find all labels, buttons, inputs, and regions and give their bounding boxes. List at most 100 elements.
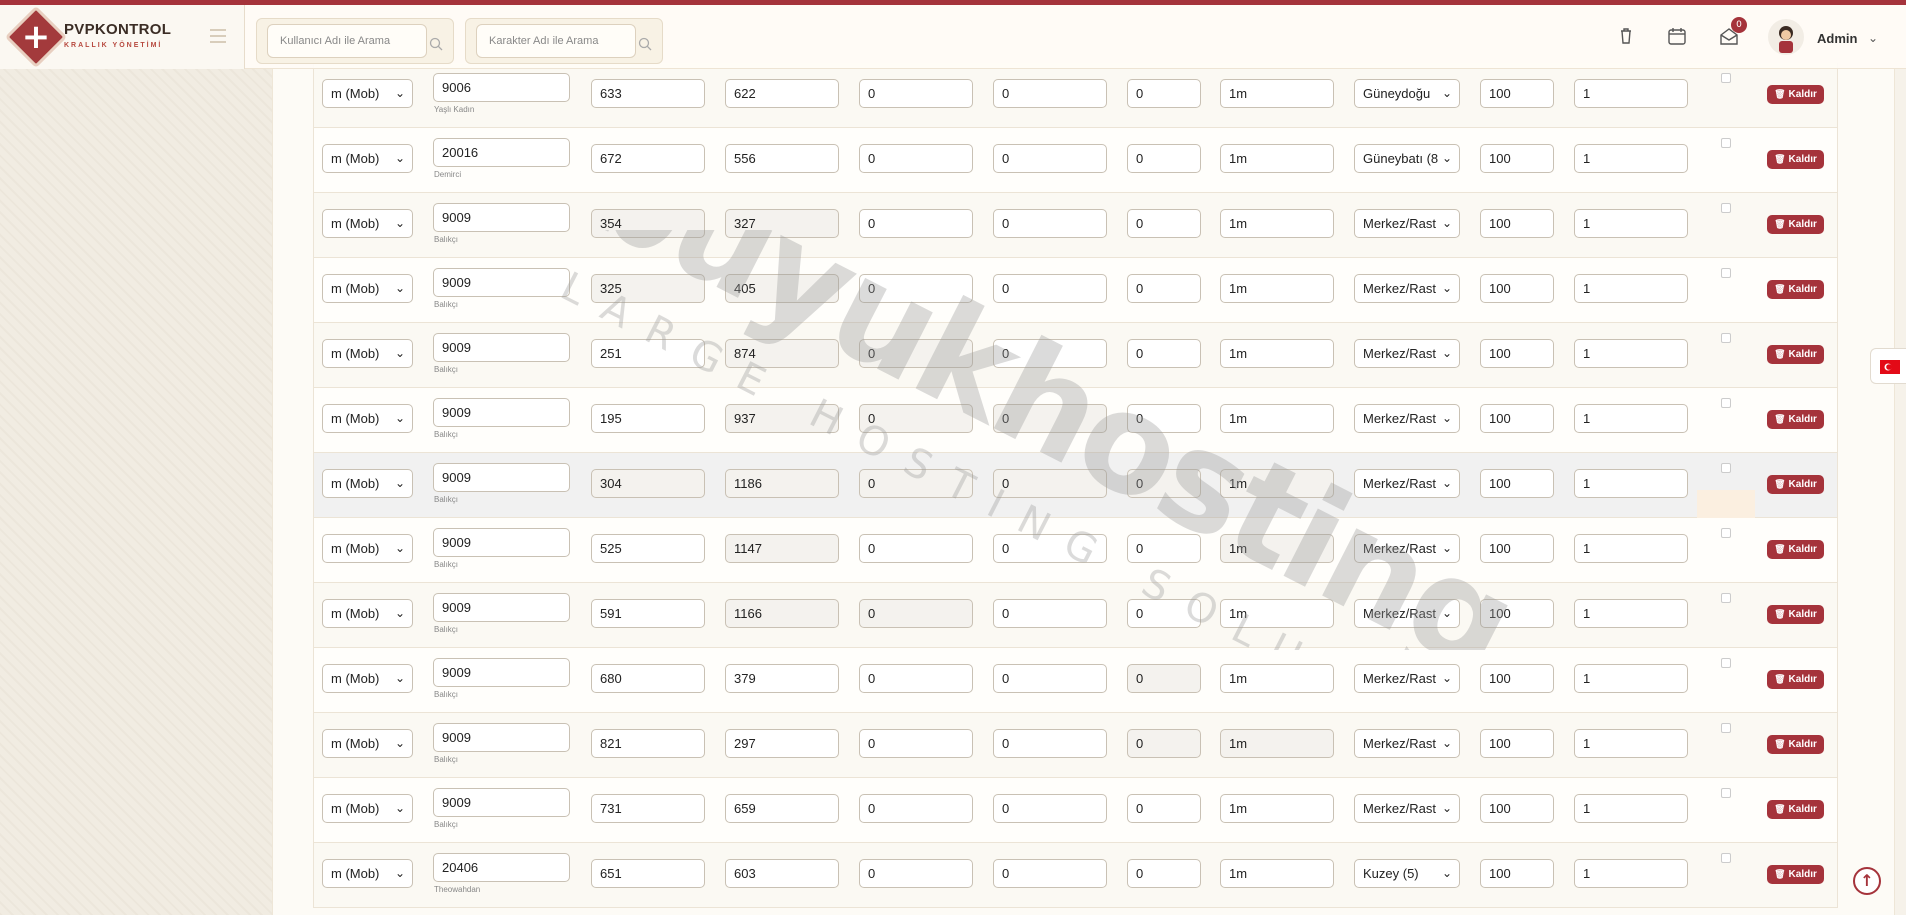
x-input[interactable]: 251 — [591, 339, 705, 368]
remove-button[interactable]: 🗑 Kaldır — [1767, 865, 1824, 884]
type-select[interactable]: m (Mob) ⌄ — [322, 79, 413, 108]
mob-id-input[interactable]: 9009 — [433, 398, 570, 427]
remove-button[interactable]: 🗑 Kaldır — [1767, 605, 1824, 624]
x-input[interactable]: 591 — [591, 599, 705, 628]
type-select[interactable]: m (Mob) ⌄ — [322, 339, 413, 368]
remove-button[interactable]: 🗑 Kaldır — [1767, 280, 1824, 299]
y-input[interactable]: 874 — [725, 339, 839, 368]
type-select[interactable]: m (Mob) ⌄ — [322, 144, 413, 173]
row-checkbox[interactable] — [1721, 788, 1731, 798]
row-checkbox[interactable] — [1721, 593, 1731, 603]
type-select[interactable]: m (Mob) ⌄ — [322, 859, 413, 888]
direction-select[interactable]: Merkez/Rast ⌄ — [1354, 339, 1460, 368]
search-icon[interactable] — [429, 37, 443, 51]
direction-select[interactable]: Kuzey (5) ⌄ — [1354, 859, 1460, 888]
mob-id-input[interactable]: 9009 — [433, 463, 570, 492]
direction-select[interactable]: Güneydoğu ⌄ — [1354, 79, 1460, 108]
type-select[interactable]: m (Mob) ⌄ — [322, 794, 413, 823]
a-input[interactable]: 0 — [859, 339, 973, 368]
n-input[interactable]: 1 — [1574, 339, 1688, 368]
count-input[interactable]: 100 — [1480, 534, 1554, 563]
mob-id-input[interactable]: 9009 — [433, 788, 570, 817]
c-input[interactable]: 0 — [1127, 404, 1201, 433]
b-input[interactable]: 0 — [993, 274, 1107, 303]
mob-id-input[interactable]: 20406 — [433, 853, 570, 882]
mob-id-input[interactable]: 9009 — [433, 268, 570, 297]
time-input[interactable]: 1m — [1220, 209, 1334, 238]
n-input[interactable]: 1 — [1574, 274, 1688, 303]
row-checkbox[interactable] — [1721, 203, 1731, 213]
type-select[interactable]: m (Mob) ⌄ — [322, 534, 413, 563]
direction-select[interactable]: Merkez/Rast ⌄ — [1354, 274, 1460, 303]
remove-button[interactable]: 🗑 Kaldır — [1767, 735, 1824, 754]
c-input[interactable]: 0 — [1127, 729, 1201, 758]
y-input[interactable]: 1166 — [725, 599, 839, 628]
x-input[interactable]: 680 — [591, 664, 705, 693]
row-checkbox[interactable] — [1721, 333, 1731, 343]
a-input[interactable]: 0 — [859, 209, 973, 238]
row-checkbox[interactable] — [1721, 658, 1731, 668]
y-input[interactable]: 1186 — [725, 469, 839, 498]
b-input[interactable]: 0 — [993, 339, 1107, 368]
type-select[interactable]: m (Mob) ⌄ — [322, 404, 413, 433]
b-input[interactable]: 0 — [993, 79, 1107, 108]
character-search-input[interactable]: Karakter Adı ile Arama — [476, 24, 636, 58]
count-input[interactable]: 100 — [1480, 599, 1554, 628]
time-input[interactable]: 1m — [1220, 274, 1334, 303]
mob-id-input[interactable]: 9009 — [433, 593, 570, 622]
b-input[interactable]: 0 — [993, 144, 1107, 173]
brand[interactable]: + PVPKONTROL KRALLIK YÖNETİMİ — [0, 5, 245, 69]
type-select[interactable]: m (Mob) ⌄ — [322, 664, 413, 693]
b-input[interactable]: 0 — [993, 404, 1107, 433]
mob-id-input[interactable]: 9009 — [433, 203, 570, 232]
direction-select[interactable]: Merkez/Rast ⌄ — [1354, 404, 1460, 433]
x-input[interactable]: 525 — [591, 534, 705, 563]
c-input[interactable]: 0 — [1127, 794, 1201, 823]
mob-id-input[interactable]: 9009 — [433, 723, 570, 752]
b-input[interactable]: 0 — [993, 469, 1107, 498]
type-select[interactable]: m (Mob) ⌄ — [322, 729, 413, 758]
y-input[interactable]: 379 — [725, 664, 839, 693]
count-input[interactable]: 100 — [1480, 664, 1554, 693]
row-checkbox[interactable] — [1721, 398, 1731, 408]
x-input[interactable]: 354 — [591, 209, 705, 238]
scroll-top-button[interactable]: ↑ — [1853, 867, 1881, 895]
direction-select[interactable]: Merkez/Rast ⌄ — [1354, 599, 1460, 628]
x-input[interactable]: 651 — [591, 859, 705, 888]
mob-id-input[interactable]: 9009 — [433, 658, 570, 687]
row-checkbox[interactable] — [1721, 463, 1731, 473]
n-input[interactable]: 1 — [1574, 534, 1688, 563]
a-input[interactable]: 0 — [859, 664, 973, 693]
n-input[interactable]: 1 — [1574, 794, 1688, 823]
remove-button[interactable]: 🗑 Kaldır — [1767, 475, 1824, 494]
type-select[interactable]: m (Mob) ⌄ — [322, 274, 413, 303]
time-input[interactable]: 1m — [1220, 859, 1334, 888]
time-input[interactable]: 1m — [1220, 599, 1334, 628]
c-input[interactable]: 0 — [1127, 859, 1201, 888]
remove-button[interactable]: 🗑 Kaldır — [1767, 670, 1824, 689]
a-input[interactable]: 0 — [859, 794, 973, 823]
count-input[interactable]: 100 — [1480, 79, 1554, 108]
x-input[interactable]: 195 — [591, 404, 705, 433]
remove-button[interactable]: 🗑 Kaldır — [1767, 215, 1824, 234]
b-input[interactable]: 0 — [993, 664, 1107, 693]
x-input[interactable]: 325 — [591, 274, 705, 303]
mob-id-input[interactable]: 9009 — [433, 528, 570, 557]
b-input[interactable]: 0 — [993, 794, 1107, 823]
time-input[interactable]: 1m — [1220, 534, 1334, 563]
x-input[interactable]: 633 — [591, 79, 705, 108]
count-input[interactable]: 100 — [1480, 274, 1554, 303]
calendar-icon[interactable] — [1666, 25, 1688, 47]
y-input[interactable]: 622 — [725, 79, 839, 108]
b-input[interactable]: 0 — [993, 599, 1107, 628]
a-input[interactable]: 0 — [859, 79, 973, 108]
remove-button[interactable]: 🗑 Kaldır — [1767, 410, 1824, 429]
remove-button[interactable]: 🗑 Kaldır — [1767, 150, 1824, 169]
a-input[interactable]: 0 — [859, 274, 973, 303]
time-input[interactable]: 1m — [1220, 469, 1334, 498]
row-checkbox[interactable] — [1721, 723, 1731, 733]
count-input[interactable]: 100 — [1480, 404, 1554, 433]
row-checkbox[interactable] — [1721, 73, 1731, 83]
type-select[interactable]: m (Mob) ⌄ — [322, 599, 413, 628]
count-input[interactable]: 100 — [1480, 794, 1554, 823]
